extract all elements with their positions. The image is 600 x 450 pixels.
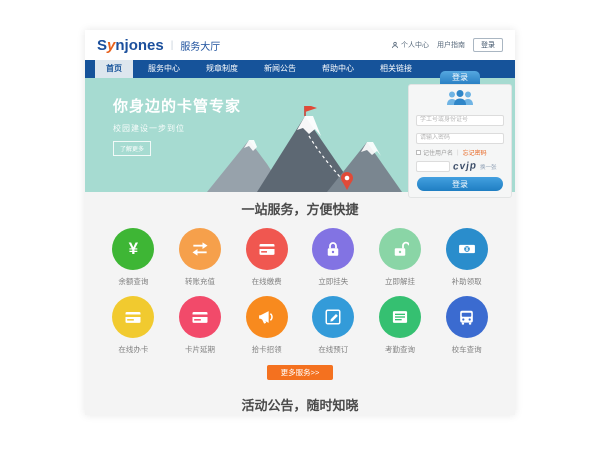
edit-icon [324, 308, 342, 326]
service-school-bus-inquiry[interactable]: 校车查询 [433, 296, 500, 355]
announcements-title: 活动公告，随时知晓 [85, 395, 515, 414]
service-lost-card-claim[interactable]: 拾卡招领 [233, 296, 300, 355]
captcha-image[interactable]: cvjp [453, 160, 478, 172]
services-section: 一站服务，方便快捷 ¥ 余额查询 转账充值 [85, 192, 515, 380]
service-balance-inquiry[interactable]: ¥ 余额查询 [100, 228, 167, 287]
logo-part1: S [97, 37, 107, 54]
logo-part3: njones [115, 37, 163, 54]
service-label: 拾卡招领 [252, 344, 282, 355]
hero-banner: 你身边的卡管专家 校园建设一步到位 了解更多 登录 [85, 78, 515, 192]
service-label: 在线缴费 [252, 276, 282, 287]
header: Synjones | 服务大厅 个人中心 用户指南 登录 [85, 30, 515, 60]
site-name: 服务大厅 [180, 38, 220, 53]
attendance-list-icon [390, 307, 410, 327]
service-report-loss[interactable]: 立即挂失 [300, 228, 367, 287]
service-label: 校车查询 [452, 344, 482, 355]
service-transfer-recharge[interactable]: 转账充值 [167, 228, 234, 287]
service-apply-card-online[interactable]: 在线办卡 [100, 296, 167, 355]
login-tab[interactable]: 登录 [440, 71, 480, 84]
more-services-button[interactable]: 更多服务>> [267, 365, 333, 380]
personal-center-link[interactable]: 个人中心 [391, 40, 429, 50]
hero-cta-button[interactable]: 了解更多 [113, 141, 151, 156]
service-online-booking[interactable]: 在线预订 [300, 296, 367, 355]
header-login-button[interactable]: 登录 [473, 38, 503, 52]
services-title: 一站服务，方便快捷 [85, 199, 515, 218]
header-right: 个人中心 用户指南 登录 [391, 38, 503, 52]
service-card-extension[interactable]: 卡片延期 [167, 296, 234, 355]
bus-icon [457, 308, 476, 327]
service-label: 考勤查询 [385, 344, 415, 355]
services-grid: ¥ 余额查询 转账充值 [85, 218, 515, 355]
nav-item-service-center[interactable]: 服务中心 [137, 60, 191, 78]
login-submit-button[interactable]: 登录 [417, 177, 503, 191]
megaphone-icon [257, 307, 277, 327]
transfer-arrows-icon [190, 239, 210, 259]
service-cancel-loss[interactable]: 立即解挂 [367, 228, 434, 287]
announcement-panels: 使用动态 最新公告 更多>> 使用指南 更多>> [85, 414, 515, 415]
user-icon [391, 41, 399, 49]
captcha-refresh-link[interactable]: 换一张 [480, 163, 497, 171]
mountain-illustration [197, 106, 412, 192]
service-label: 补助领取 [452, 276, 482, 287]
nav-item-news[interactable]: 新闻公告 [253, 60, 307, 78]
card-icon [123, 307, 143, 327]
personal-center-label: 个人中心 [401, 40, 429, 50]
captcha-input[interactable] [416, 161, 450, 172]
password-input[interactable] [416, 133, 504, 144]
service-label: 立即挂失 [318, 276, 348, 287]
service-subsidy-collection[interactable]: ¥ 补助领取 [433, 228, 500, 287]
login-card: 记住用户名 | 忘记密码 cvjp 换一张 登录 [408, 84, 512, 198]
unlock-icon [391, 240, 409, 258]
yuan-icon: ¥ [129, 239, 138, 259]
service-label: 卡片延期 [185, 344, 215, 355]
page: Synjones | 服务大厅 个人中心 用户指南 登录 首页 服务中心 规章制… [85, 30, 515, 415]
service-label: 在线办卡 [118, 344, 148, 355]
remember-checkbox[interactable] [416, 150, 421, 155]
options-separator: | [457, 150, 459, 156]
announcements-section: 活动公告，随时知晓 使用动态 最新公告 更多>> 使用指南 更多>> [85, 380, 515, 415]
forgot-password-link[interactable]: 忘记密码 [463, 148, 487, 157]
service-attendance-inquiry[interactable]: 考勤查询 [367, 296, 434, 355]
banknote-icon: ¥ [457, 239, 477, 259]
remember-label[interactable]: 记住用户名 [423, 148, 453, 157]
users-group-icon [416, 90, 504, 105]
service-label: 在线预订 [318, 344, 348, 355]
login-panel: 登录 记住用户名 | 忘记密码 [408, 71, 512, 198]
login-options-row: 记住用户名 | 忘记密码 [416, 148, 504, 157]
service-online-payment[interactable]: 在线缴费 [233, 228, 300, 287]
card-icon [190, 307, 210, 327]
lock-icon [324, 240, 342, 258]
bank-card-icon [257, 239, 277, 259]
service-label: 转账充值 [185, 276, 215, 287]
service-label: 余额查询 [118, 276, 148, 287]
username-input[interactable] [416, 115, 504, 126]
nav-item-rules[interactable]: 规章制度 [195, 60, 249, 78]
nav-item-home[interactable]: 首页 [95, 60, 133, 78]
nav-item-help-center[interactable]: 帮助中心 [311, 60, 365, 78]
logo[interactable]: Synjones [97, 37, 164, 54]
header-divider: | [171, 40, 174, 51]
service-label: 立即解挂 [385, 276, 415, 287]
captcha-row: cvjp 换一张 [416, 161, 504, 172]
user-guide-link[interactable]: 用户指南 [437, 40, 465, 50]
